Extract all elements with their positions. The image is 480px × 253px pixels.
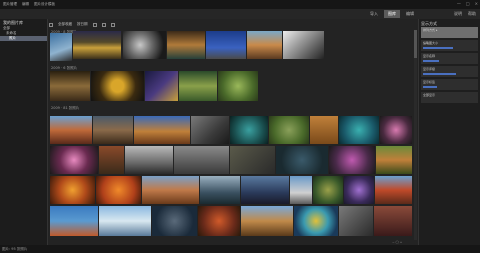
left-sidebar: 我的图片库 全部 未命名 照片 [0,19,48,245]
panel-item-thumb-size[interactable]: 缩略图大小 [421,40,478,51]
photo-thumbnail[interactable] [152,206,197,236]
photo-thumbnail[interactable] [50,176,95,204]
close-icon[interactable]: × [475,1,478,6]
photo-thumbnail[interactable] [290,176,312,204]
status-bar: 图片: 95 张照片 [0,245,480,253]
tab-import[interactable]: 导入 [366,10,382,18]
photo-thumbnail[interactable] [230,116,268,144]
photo-thumbnail[interactable] [191,116,229,144]
panel-item-show-rating[interactable]: 显示评级 [421,66,478,77]
minimize-icon[interactable]: — [457,1,461,6]
list-view-icon[interactable] [92,22,97,27]
grid-scrollbar[interactable] [414,30,417,240]
photo-thumbnail[interactable] [91,71,144,101]
photo-thumbnail[interactable] [376,146,412,174]
panel-item-label: 缩略图大小 [423,41,439,45]
module-tabs: 导入 图库 编辑 [366,10,418,18]
photo-thumbnail[interactable] [339,116,379,144]
photo-library-window: 图片管理 编辑 图片设计模板 — □ × 导入 图库 编辑 说明 帮助 我的图片… [0,0,480,253]
sort-by-date[interactable]: 按日期 [77,22,88,27]
photo-thumbnail[interactable] [50,116,92,144]
photo-thumbnail[interactable] [218,71,258,101]
photo-thumbnail[interactable] [73,31,121,59]
photo-thumbnail[interactable] [50,206,98,236]
photo-thumbnail[interactable] [99,206,151,236]
photo-thumbnail[interactable] [125,146,173,174]
photo-thumbnail[interactable] [310,116,338,144]
photo-thumbnail[interactable] [313,176,343,204]
photo-thumbnail[interactable] [241,176,289,204]
maximize-icon[interactable]: □ [466,1,470,6]
panel-item-label: 排列方式 ▸ [423,28,438,32]
detail-view-icon[interactable] [101,22,106,27]
photo-thumbnail[interactable] [344,176,374,204]
panel-item-label: 全部显示 [423,93,436,97]
menu-item-templates[interactable]: 图片设计模板 [34,2,55,7]
right-panel: 显示方式 排列方式 ▸ 缩略图大小 显示名称 显示评级 显示标签 全部显示 [418,19,480,245]
photo-thumbnail[interactable] [247,31,282,59]
grid-toolbar: 全部收藏 按日期 [49,20,415,29]
photo-thumbnail[interactable] [142,176,199,204]
photo-thumbnail[interactable] [167,31,205,59]
photo-thumbnail[interactable] [283,31,324,59]
menu-item-edit[interactable]: 编辑 [22,2,29,7]
window-controls: — □ × [457,1,478,6]
photo-thumbnail[interactable] [50,146,98,174]
photo-thumbnail[interactable] [294,206,338,236]
topbar-right: 说明 帮助 [454,11,476,17]
photo-thumbnail[interactable] [179,71,217,101]
photo-thumbnail[interactable] [145,71,178,101]
photo-thumbnail[interactable] [198,206,240,236]
photo-thumbnail[interactable] [93,116,133,144]
photo-thumbnail[interactable] [99,146,124,174]
sidebar-item-photos[interactable]: 照片 [0,36,47,41]
slider-fill[interactable] [423,73,456,75]
compare-view-icon[interactable] [110,22,115,27]
info-button[interactable]: 说明 [454,11,462,17]
group-title-3: 2009 · 81 张照片 [51,106,80,110]
panel-item-label: 显示名称 [423,54,436,58]
photo-thumbnail[interactable] [375,176,412,204]
photo-thumbnail[interactable] [339,206,373,236]
panel-item-show-label[interactable]: 显示标签 [421,79,478,90]
slider-fill[interactable] [423,86,437,88]
grid-view-icon[interactable] [49,22,53,27]
sidebar-header: 我的图片库 [3,20,23,25]
panel-item-show-all[interactable]: 全部显示 [421,92,478,103]
photo-thumbnail[interactable] [206,31,246,59]
photo-thumbnail[interactable] [329,146,375,174]
zoom-control[interactable]: − ◯ + [392,240,402,244]
slider-fill[interactable] [423,47,453,49]
tab-edit[interactable]: 编辑 [402,10,418,18]
menu-bar: 图片管理 编辑 图片设计模板 [0,2,55,7]
photo-thumbnail[interactable] [276,146,328,174]
panel-item-sort[interactable]: 排列方式 ▸ [421,27,478,38]
menu-item-library[interactable]: 图片管理 [3,2,17,7]
panel-item-label: 显示评级 [423,67,436,71]
photo-thumbnail[interactable] [269,116,309,144]
panel-item-label: 显示标签 [423,80,436,84]
panel-item-show-name[interactable]: 显示名称 [421,53,478,64]
photo-thumbnail[interactable] [96,176,141,204]
title-bar: 图片管理 编辑 图片设计模板 — □ × [0,0,480,9]
photo-thumbnail[interactable] [241,206,293,236]
photo-thumbnail[interactable] [374,206,412,236]
photo-thumbnail[interactable] [174,146,229,174]
slider-fill[interactable] [423,60,439,62]
tab-library[interactable]: 图库 [384,10,400,18]
photo-thumbnail[interactable] [200,176,240,204]
photo-thumbnail[interactable] [123,31,166,59]
photo-thumbnail[interactable] [50,33,72,61]
panel-title: 显示方式 [421,21,437,26]
photo-thumbnail[interactable] [50,71,90,101]
photo-thumbnail[interactable] [230,146,275,174]
module-bar: 导入 图库 编辑 说明 帮助 [0,9,480,19]
photo-thumbnail[interactable] [134,116,190,144]
help-button[interactable]: 帮助 [468,11,476,17]
scrollbar-thumb[interactable] [414,30,417,58]
photo-thumbnail[interactable] [380,116,412,144]
filter-favorites[interactable]: 全部收藏 [58,22,72,27]
